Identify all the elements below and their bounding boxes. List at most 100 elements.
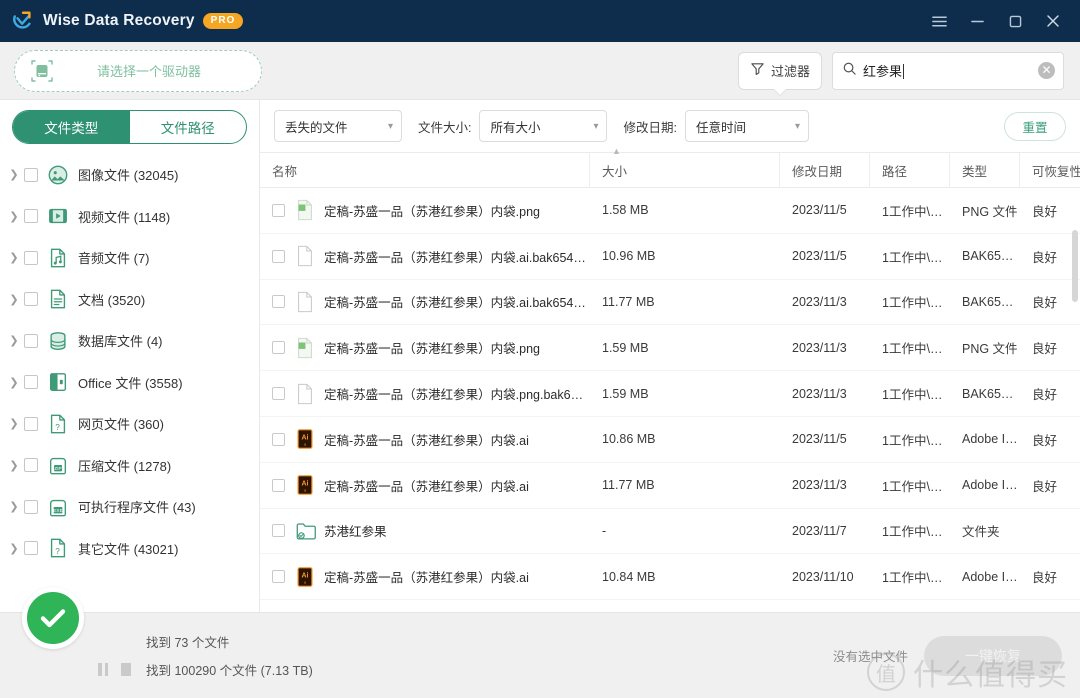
table-row[interactable]: 定稿-苏盛一品（苏港红参果）内袋.ai.bak65463… 11.77 MB 202… [260, 280, 1080, 326]
file-state-select[interactable]: 丢失的文件 ▾ [274, 110, 402, 142]
tree-item-checkbox[interactable] [24, 458, 38, 473]
tree-item-label: 视频文件 (1148) [78, 209, 171, 225]
minimize-icon[interactable] [960, 6, 994, 36]
tree-item-checkbox[interactable] [24, 333, 38, 348]
filter-popup-caret [773, 88, 786, 95]
filter-button[interactable]: 过滤器 [737, 51, 822, 95]
tree-item[interactable]: ❯ 视频文件 (1148) [0, 196, 259, 238]
title-bar: Wise Data Recovery PRO [0, 0, 1080, 42]
tree-item-checkbox[interactable] [24, 209, 38, 224]
drive-icon [29, 58, 55, 84]
tab-file-type[interactable]: 文件类型 [13, 111, 130, 143]
reset-button[interactable]: 重置 [1004, 111, 1066, 141]
tree-item-checkbox[interactable] [24, 499, 38, 514]
cell-size: 10.96 MB [602, 249, 656, 264]
app-logo-icon [12, 10, 34, 32]
vertical-scrollbar[interactable] [1072, 230, 1078, 302]
column-header[interactable]: 修改日期 [780, 153, 870, 187]
chevron-right-icon[interactable]: ❯ [6, 459, 22, 472]
tree-item[interactable]: ❯ ZIP 压缩文件 (1278) [0, 445, 259, 487]
column-header[interactable]: 可恢复性 [1020, 153, 1080, 187]
table-row[interactable]: 定稿-苏盛一品（苏港红参果）内袋.ai.bak65463… 10.96 MB 202… [260, 234, 1080, 280]
table-row[interactable]: 苏港红参果 - 2023/11/7 1工作中\张强… 文件夹 [260, 509, 1080, 555]
tree-item[interactable]: ❯ Office 文件 (3558) [0, 362, 259, 404]
row-checkbox[interactable] [272, 295, 285, 309]
cell-date: 2023/11/10 [792, 569, 854, 584]
tree-item[interactable]: ❯ 文档 (3520) [0, 279, 259, 321]
tab-file-path[interactable]: 文件路径 [130, 111, 247, 143]
maximize-icon[interactable] [998, 6, 1032, 36]
close-icon[interactable] [1036, 6, 1070, 36]
video-file-icon [47, 205, 69, 227]
row-checkbox[interactable] [272, 341, 285, 355]
tree-item-checkbox[interactable] [24, 292, 38, 307]
cell-type: PNG 文件 [962, 342, 1018, 357]
cell-name: 定稿-苏盛一品（苏港红参果）内袋.ai.bak65463… [260, 291, 590, 313]
table-row[interactable]: 定稿-苏盛一品（苏港红参果）内袋.png 1.58 MB 2023/11/5 1工作中… [260, 188, 1080, 234]
tree-item[interactable]: ❯? 其它文件 (43021) [0, 528, 259, 570]
row-checkbox[interactable] [272, 478, 285, 492]
tree-item[interactable]: ❯? 网页文件 (360) [0, 403, 259, 445]
cell-recoverability: 良好 [1032, 433, 1058, 448]
modified-date-select[interactable]: 任意时间 ▾ [684, 110, 809, 142]
column-header[interactable]: 类型 [950, 153, 1020, 187]
file-size-select[interactable]: 所有大小 ▾ [479, 110, 608, 142]
cell-date: 2023/11/5 [792, 432, 847, 447]
chevron-right-icon[interactable]: ❯ [6, 168, 22, 181]
tree-item[interactable]: ❯ 音频文件 (7) [0, 237, 259, 279]
tree-item-checkbox[interactable] [24, 541, 38, 556]
cell-size: 11.77 MB [602, 294, 655, 309]
column-header[interactable]: 大小 ▲ [590, 146, 780, 187]
cell-path: 1工作中\张强… [882, 250, 950, 265]
cell-recoverability: 良好 [1032, 204, 1058, 219]
chevron-right-icon[interactable]: ❯ [6, 376, 22, 389]
tree-item[interactable]: ❯ 数据库文件 (4) [0, 320, 259, 362]
table-row[interactable]: 定稿-苏盛一品（苏港红参果）内袋.png 1.59 MB 2023/11/3 1工作中… [260, 325, 1080, 372]
tree-item-checkbox[interactable] [24, 416, 38, 431]
tree-item-checkbox[interactable] [24, 375, 38, 390]
table-row[interactable]: 定稿-苏盛一品（苏港红参果）内袋.png.bak654… 1.59 MB 2023/… [260, 371, 1080, 417]
row-checkbox[interactable] [272, 432, 285, 446]
column-header[interactable]: 名称 [260, 153, 590, 187]
chevron-right-icon[interactable]: ❯ [6, 334, 22, 347]
chevron-right-icon[interactable]: ❯ [6, 251, 22, 264]
cell-name: 定稿-苏盛一品（苏港红参果）内袋.png [260, 199, 590, 221]
row-checkbox[interactable] [272, 387, 285, 401]
chevron-right-icon[interactable]: ❯ [6, 542, 22, 555]
file-type-tree: ❯ 图像文件 (32045) ❯ 视频文件 (1148) ❯ 音频文件 (7) ❯ 文档 (3… [0, 152, 259, 612]
table-row[interactable]: Ai a 定稿-苏盛一品（苏港红参果）内袋.ai 10.84 MB 2023/11/10… [260, 554, 1080, 601]
chevron-right-icon[interactable]: ❯ [6, 417, 22, 430]
drive-selector[interactable]: 请选择一个驱动器 [14, 49, 262, 92]
search-input-value: 红参果 [863, 64, 905, 79]
main-pane: 丢失的文件 ▾ 文件大小: 所有大小 ▾ 修改日期: 任意时间 ▾ 重置 名称 大… [260, 100, 1080, 612]
chevron-right-icon[interactable]: ❯ [6, 293, 22, 306]
cell-date: 2023/11/3 [792, 386, 847, 401]
chevron-down-icon: ▾ [593, 120, 599, 132]
recover-button[interactable]: 一键恢复 [924, 635, 1062, 676]
blank-file-icon [295, 383, 315, 405]
table-row[interactable]: Ai a 定稿-苏盛一品（苏港红参果）内袋.ai 11.77 MB 2023/11/3 1… [260, 463, 1080, 509]
row-checkbox[interactable] [272, 524, 285, 538]
chevron-right-icon[interactable]: ❯ [6, 500, 22, 513]
row-checkbox[interactable] [272, 249, 285, 263]
row-checkbox[interactable] [272, 203, 285, 217]
hamburger-menu-icon[interactable] [922, 6, 956, 36]
chevron-right-icon[interactable]: ❯ [6, 210, 22, 223]
tree-item[interactable]: ❯ 图像文件 (32045) [0, 154, 259, 196]
search-input[interactable]: 红参果 ✕ [832, 51, 1064, 90]
tree-item-checkbox[interactable] [24, 250, 38, 265]
table-body: 定稿-苏盛一品（苏港红参果）内袋.png 1.58 MB 2023/11/5 1工作中… [260, 188, 1080, 612]
table-row[interactable]: Ai a 定稿-苏盛一品（苏港红参果）内袋.ai 10.86 MB 2023/11/5 1… [260, 417, 1080, 463]
cell-path: 1工作中\张强… [882, 342, 950, 357]
toolbar-right-group: 过滤器 红参果 ✕ [737, 51, 1064, 95]
cell-path: 1工作中\张强… [882, 296, 950, 311]
row-checkbox[interactable] [272, 570, 285, 584]
clear-circle-icon[interactable]: ✕ [1038, 62, 1055, 79]
pause-icon [98, 663, 108, 676]
file-name: 定稿-苏盛一品（苏港红参果）内袋.png [324, 204, 540, 219]
cell-path: 1工作中\张强… [882, 525, 950, 540]
tree-item[interactable]: ❯ EXE 可执行程序文件 (43) [0, 486, 259, 528]
tree-item-checkbox[interactable] [24, 167, 38, 182]
column-header[interactable]: 路径 [870, 153, 950, 187]
file-state-value: 丢失的文件 [285, 120, 348, 135]
